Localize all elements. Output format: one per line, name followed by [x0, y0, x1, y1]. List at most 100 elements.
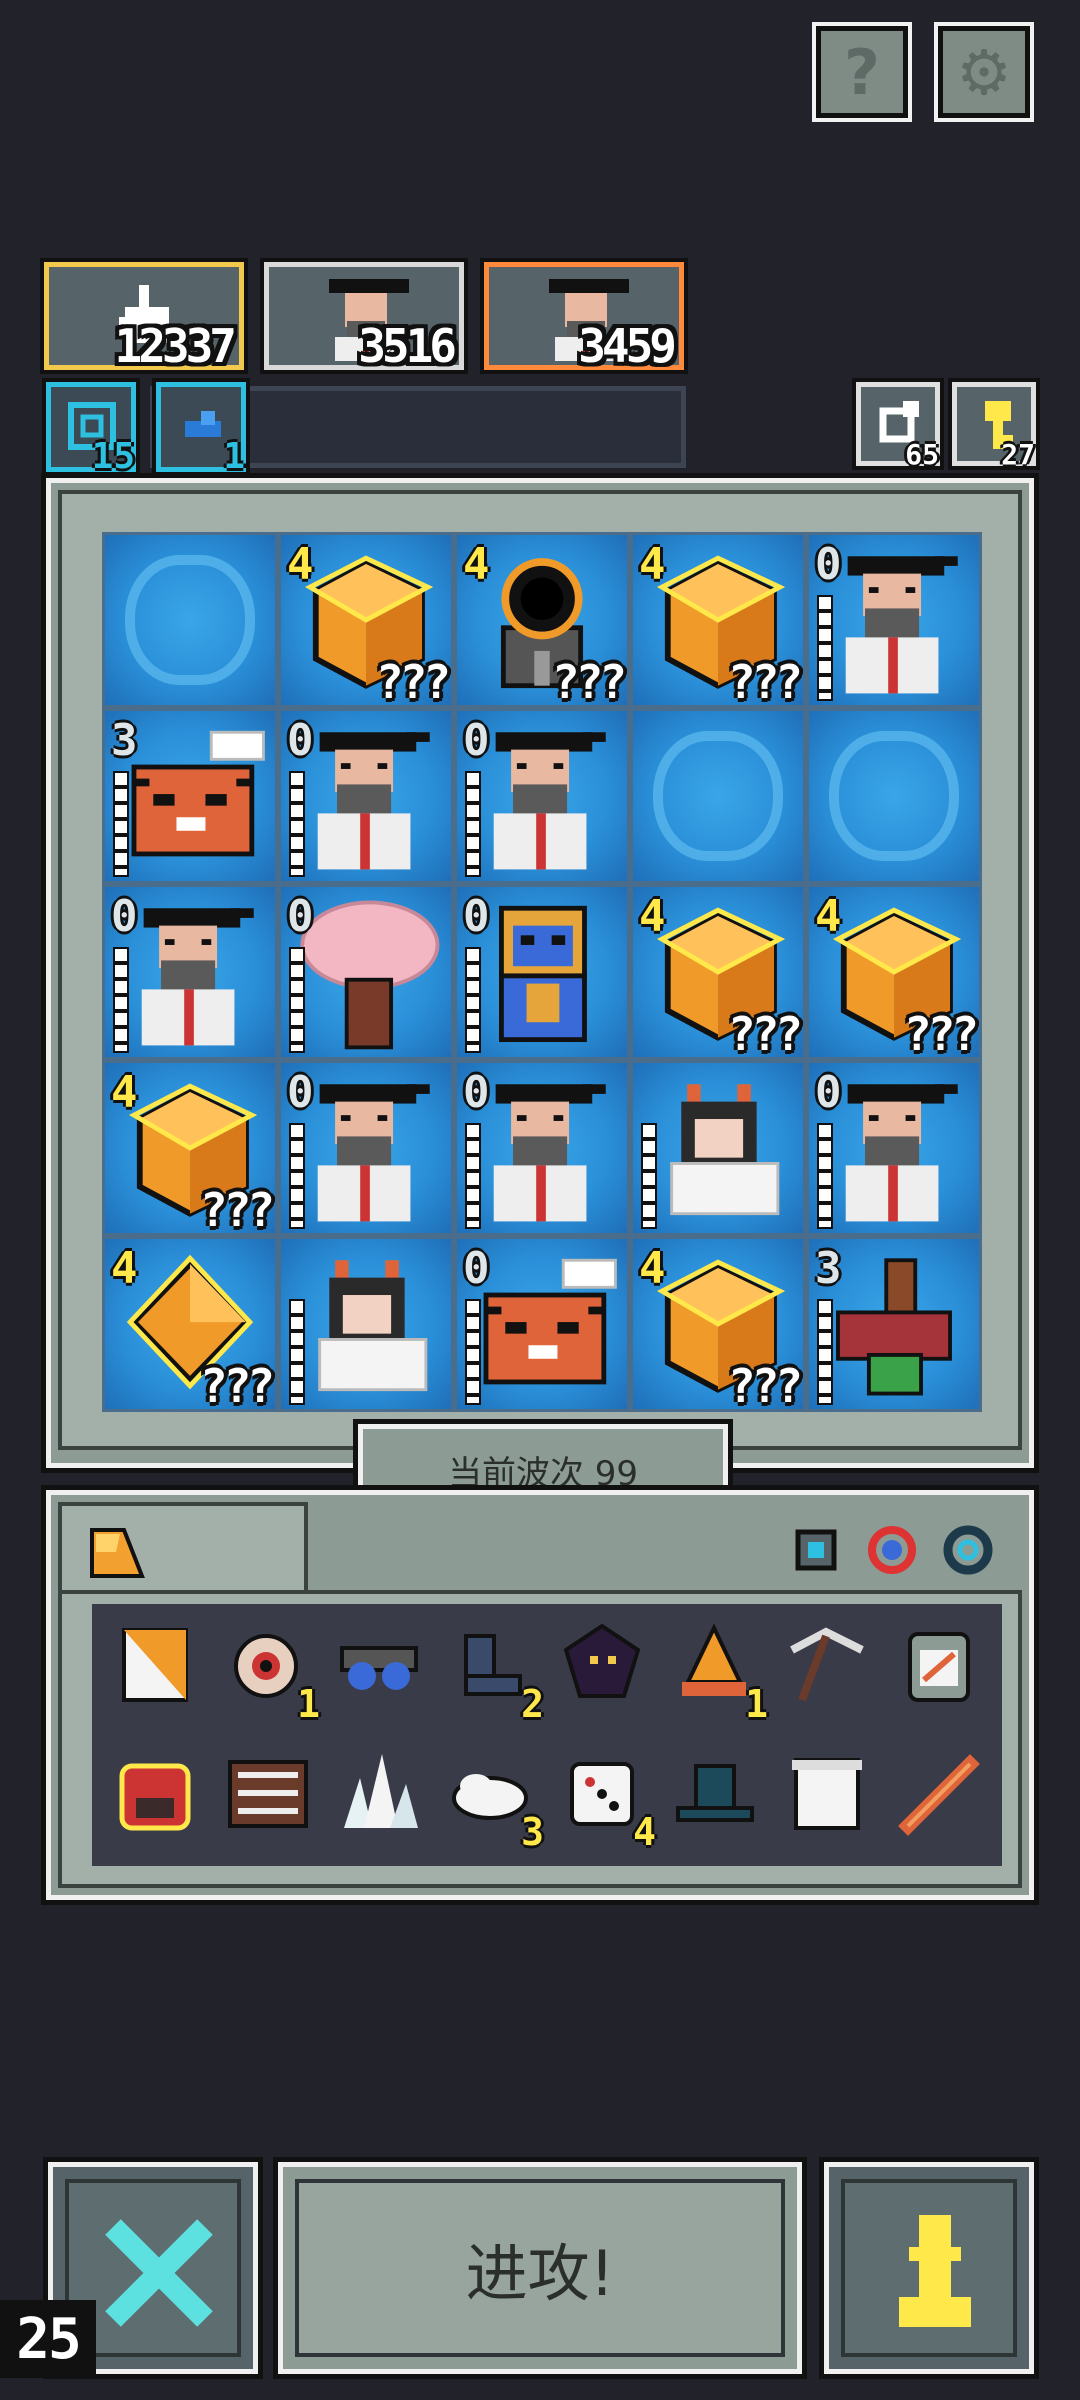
- board-tile-crate[interactable]: 4???: [630, 884, 806, 1060]
- board-tile-old[interactable]: 0: [806, 1060, 982, 1236]
- board-tile-old[interactable]: 0: [102, 884, 278, 1060]
- inventory-item[interactable]: [100, 1740, 210, 1860]
- water-pattern: [829, 731, 959, 861]
- board-tile-tiger[interactable]: 3: [102, 708, 278, 884]
- board-tile-old[interactable]: 0: [806, 532, 982, 708]
- refresh-button[interactable]: 65: [856, 382, 940, 471]
- close-icon: [105, 2219, 213, 2327]
- tile-level: 0: [287, 1067, 314, 1118]
- unit-value: 3459: [578, 319, 677, 373]
- unit-health-bar: [641, 1123, 657, 1229]
- board-tile-crate[interactable]: 4???: [278, 532, 454, 708]
- map-icon: [122, 1628, 188, 1702]
- board-tile-tiger[interactable]: 0: [454, 1236, 630, 1412]
- inventory-item[interactable]: 4: [548, 1740, 658, 1860]
- tile-level: 0: [463, 715, 490, 766]
- water-pattern: [125, 555, 255, 685]
- backpack-icon: [119, 1763, 191, 1831]
- gear-icon: ⚙: [956, 35, 1012, 109]
- board-tile-empty[interactable]: [806, 708, 982, 884]
- tile-unknown-label: ???: [199, 1359, 275, 1412]
- inventory-tab[interactable]: [58, 1502, 308, 1594]
- question-icon: ?: [844, 35, 880, 109]
- unit-health-bar: [817, 1123, 833, 1229]
- tile-level: 0: [815, 1067, 842, 1118]
- item-count: 1: [297, 1682, 320, 1726]
- tile-unknown-label: ???: [903, 1007, 979, 1060]
- tile-unknown-label: ???: [727, 1007, 803, 1060]
- board-tile-crate[interactable]: 4???: [630, 532, 806, 708]
- board-tile-old[interactable]: 0: [454, 708, 630, 884]
- crystal-icon: [344, 1754, 418, 1828]
- tile-level: 4: [639, 891, 666, 942]
- inventory-item[interactable]: [212, 1740, 322, 1860]
- ring-filter-icon[interactable]: [864, 1522, 920, 1578]
- tile-unknown-label: ???: [199, 1183, 275, 1236]
- inventory-item[interactable]: [100, 1612, 210, 1732]
- board-tile-old[interactable]: 0: [454, 1060, 630, 1236]
- board-tile-crate[interactable]: 4???: [630, 1236, 806, 1412]
- unit-value: 3516: [358, 319, 457, 373]
- unit-health-bar: [289, 771, 305, 877]
- board-tile-crate[interactable]: 4???: [806, 884, 982, 1060]
- inventory-item[interactable]: [772, 1740, 882, 1860]
- unit-health-bar: [289, 947, 305, 1053]
- board-tile-girl[interactable]: [278, 1236, 454, 1412]
- board-tile-old[interactable]: 0: [278, 1060, 454, 1236]
- help-button[interactable]: ?: [812, 22, 912, 122]
- board-tile-gem[interactable]: 4???: [102, 1236, 278, 1412]
- board-tile-old[interactable]: 0: [278, 708, 454, 884]
- board-tile-mummy[interactable]: 0: [454, 884, 630, 1060]
- inventory-item[interactable]: 3: [436, 1740, 546, 1860]
- attack-button[interactable]: 进攻!: [278, 2162, 802, 2374]
- inventory-item[interactable]: [884, 1612, 994, 1732]
- unit-health-bar: [817, 1299, 833, 1405]
- unit-card-elder-1[interactable]: 3516: [264, 262, 464, 373]
- counter-badge: 25: [0, 2300, 96, 2378]
- item-count: 4: [633, 1810, 656, 1854]
- inventory-item[interactable]: 1: [212, 1612, 322, 1732]
- board-tile-portal[interactable]: 4???: [454, 532, 630, 708]
- key-button[interactable]: 27: [952, 382, 1036, 471]
- pawn-icon: [899, 2215, 971, 2327]
- board-tile-empty[interactable]: [630, 708, 806, 884]
- inventory-item[interactable]: [660, 1740, 770, 1860]
- unit-health-bar: [289, 1299, 305, 1405]
- unit-menu-button[interactable]: [824, 2162, 1034, 2374]
- item-count: 1: [745, 1682, 768, 1726]
- shield-filter-icon[interactable]: [788, 1522, 844, 1578]
- inventory-item[interactable]: [324, 1612, 434, 1732]
- bird-chip[interactable]: 1: [156, 382, 246, 477]
- tile-level: 4: [639, 539, 666, 590]
- settings-button[interactable]: ⚙: [934, 22, 1034, 122]
- inventory-item[interactable]: [548, 1612, 658, 1732]
- board-tile-flower[interactable]: 3: [806, 1236, 982, 1412]
- spirit-girl-sprite: [670, 1084, 780, 1216]
- unit-card-click[interactable]: 12337: [44, 262, 244, 373]
- inventory-item[interactable]: [772, 1612, 882, 1732]
- board-tile-crate[interactable]: 4???: [102, 1060, 278, 1236]
- unit-card-elder-2[interactable]: 3459: [484, 262, 684, 373]
- board-tile-tree[interactable]: 0: [278, 884, 454, 1060]
- unit-health-bar: [465, 771, 481, 877]
- chip-value: 1: [223, 436, 245, 477]
- inventory-item[interactable]: [884, 1740, 994, 1860]
- inventory-items: 1 2 1 3 4: [92, 1604, 1002, 1866]
- unit-health-bar: [289, 1123, 305, 1229]
- unit-health-bar: [817, 595, 833, 701]
- tile-level: 0: [287, 891, 314, 942]
- stick-icon: [898, 1754, 980, 1836]
- tile-level: 0: [463, 1243, 490, 1294]
- inventory-item[interactable]: [324, 1740, 434, 1860]
- swirl-chip[interactable]: 15: [46, 382, 136, 477]
- goggles-icon: [340, 1646, 418, 1690]
- tile-level: 0: [463, 1067, 490, 1118]
- board-tile-girl[interactable]: [630, 1060, 806, 1236]
- abacus-icon: [228, 1760, 308, 1828]
- tile-level: 3: [111, 715, 138, 766]
- refresh-count: 65: [905, 438, 939, 471]
- inventory-item[interactable]: 2: [436, 1612, 546, 1732]
- swirl-filter-icon[interactable]: [940, 1522, 996, 1578]
- inventory-item[interactable]: 1: [660, 1612, 770, 1732]
- board-tile-empty[interactable]: [102, 532, 278, 708]
